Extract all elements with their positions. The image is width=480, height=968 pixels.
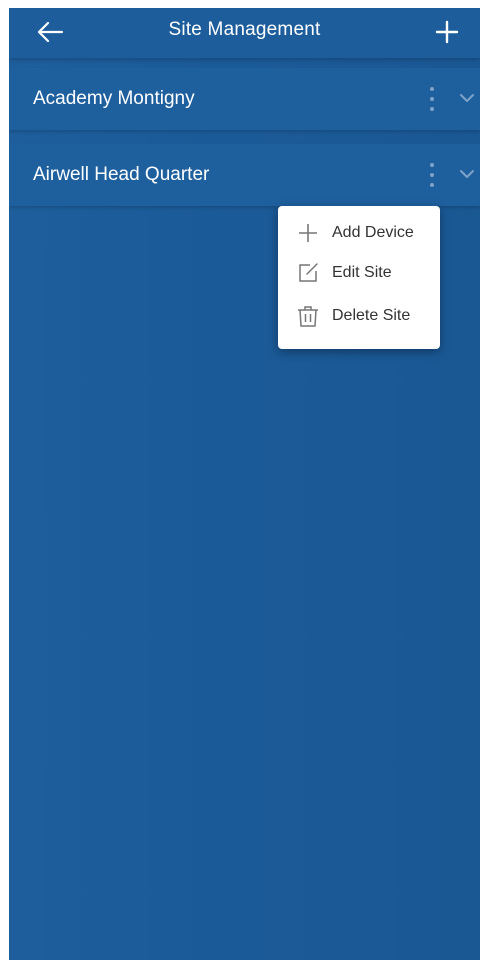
chevron-down-icon bbox=[460, 170, 474, 178]
app-screen: Site Management Academy Montigny Airwell… bbox=[9, 8, 480, 960]
menu-item-edit-site[interactable]: Edit Site bbox=[278, 255, 440, 295]
expand-button[interactable] bbox=[458, 165, 476, 183]
site-row[interactable]: Airwell Head Quarter bbox=[9, 144, 480, 206]
site-options-button[interactable] bbox=[426, 160, 438, 190]
site-row[interactable]: Academy Montigny bbox=[9, 68, 480, 130]
edit-icon bbox=[299, 263, 318, 282]
expand-button[interactable] bbox=[458, 89, 476, 107]
plus-icon bbox=[299, 224, 317, 242]
add-site-button[interactable] bbox=[432, 16, 462, 46]
site-options-button[interactable] bbox=[426, 84, 438, 114]
site-context-menu: Add Device Edit Site Delete Site bbox=[278, 206, 440, 349]
site-name: Airwell Head Quarter bbox=[33, 164, 210, 185]
more-vertical-icon bbox=[430, 163, 434, 187]
top-app-bar: Site Management bbox=[9, 8, 480, 58]
menu-item-label: Edit Site bbox=[332, 264, 392, 281]
menu-item-add-device[interactable]: Add Device bbox=[278, 215, 440, 255]
menu-item-delete-site[interactable]: Delete Site bbox=[278, 298, 440, 338]
trash-icon bbox=[298, 306, 318, 327]
menu-item-label: Add Device bbox=[332, 224, 414, 241]
page-title: Site Management bbox=[168, 19, 321, 40]
chevron-down-icon bbox=[460, 94, 474, 102]
plus-icon bbox=[435, 20, 459, 44]
site-name: Academy Montigny bbox=[33, 88, 195, 109]
menu-item-label: Delete Site bbox=[332, 307, 411, 324]
more-vertical-icon bbox=[430, 87, 434, 111]
